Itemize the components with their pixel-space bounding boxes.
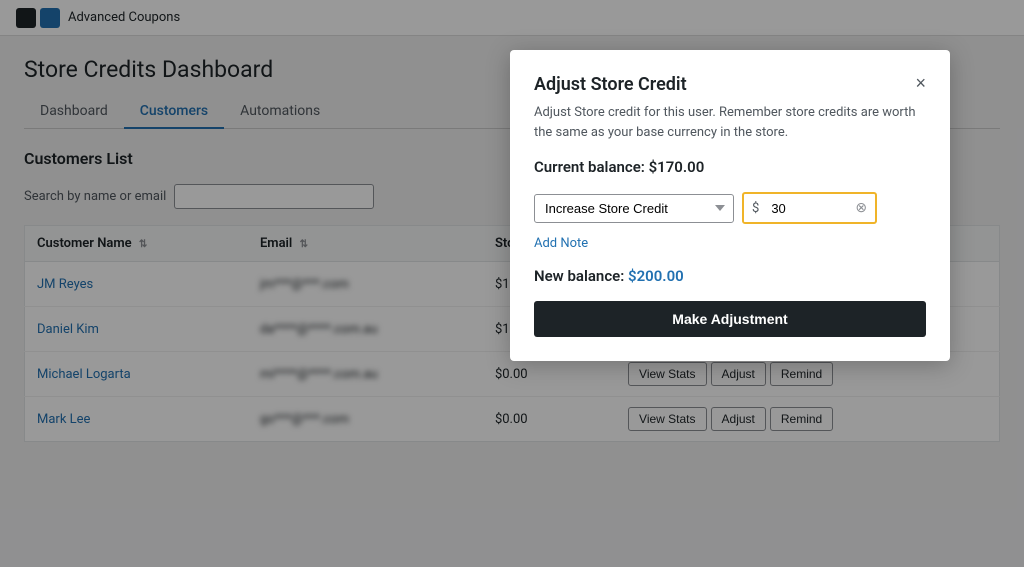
- new-balance: New balance: $200.00: [534, 267, 926, 285]
- new-balance-label: New balance:: [534, 267, 624, 285]
- adjustment-row: Increase Store Credit Decrease Store Cre…: [534, 192, 926, 224]
- modal-description: Adjust Store credit for this user. Remem…: [534, 103, 926, 142]
- action-select[interactable]: Increase Store Credit Decrease Store Cre…: [534, 194, 734, 223]
- amount-input[interactable]: [767, 195, 847, 222]
- modal-close-button[interactable]: ×: [915, 74, 926, 92]
- add-note-link[interactable]: Add Note: [534, 236, 926, 251]
- make-adjustment-button[interactable]: Make Adjustment: [534, 301, 926, 337]
- new-balance-value: $200.00: [628, 267, 684, 285]
- dollar-symbol: $: [744, 195, 767, 222]
- modal-header: Adjust Store Credit ×: [534, 74, 926, 95]
- current-balance: Current balance: $170.00: [534, 158, 926, 176]
- current-balance-value: $170.00: [649, 158, 705, 176]
- clear-amount-icon[interactable]: ⊗: [847, 194, 875, 222]
- amount-input-wrapper: $ ⊗: [742, 192, 877, 224]
- modal-title: Adjust Store Credit: [534, 74, 687, 95]
- adjust-store-credit-modal: Adjust Store Credit × Adjust Store credi…: [510, 50, 950, 361]
- current-balance-label: Current balance:: [534, 158, 645, 176]
